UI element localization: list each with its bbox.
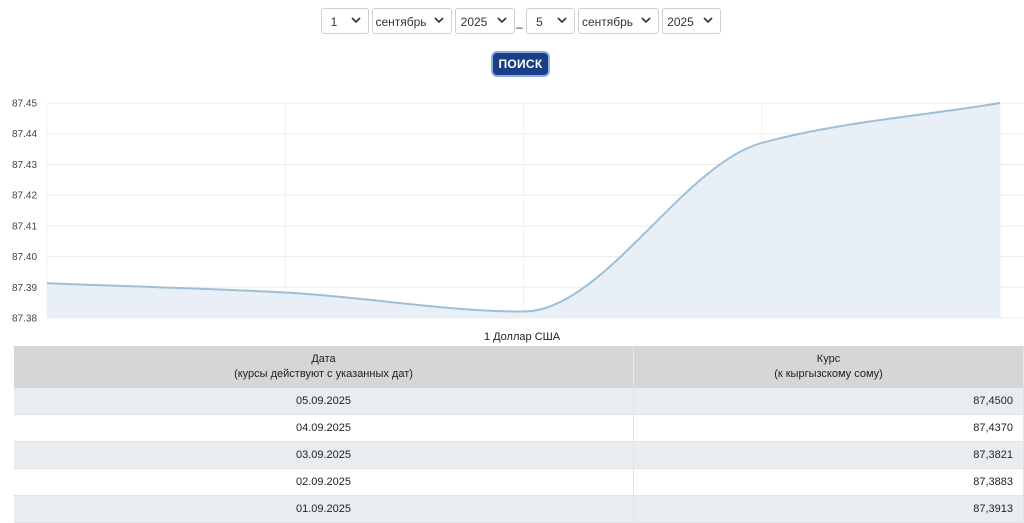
to-day-select[interactable]: 5 bbox=[526, 8, 575, 34]
y-tick-label: 87.39 bbox=[12, 283, 37, 294]
rates-table: Дата (курсы действуют с указанных дат) К… bbox=[14, 346, 1024, 523]
date-range-filters: 1 сентябрь 2025 – 5 сентябрь 2025 bbox=[0, 8, 1024, 36]
chevron-down-icon bbox=[497, 17, 507, 24]
to-year-value: 2025 bbox=[667, 15, 694, 29]
chevron-down-icon bbox=[641, 17, 651, 24]
date-header-title: Дата bbox=[311, 353, 336, 365]
range-separator: – bbox=[516, 20, 523, 34]
table-row: 02.09.2025 87,3883 bbox=[14, 468, 1024, 496]
search-button[interactable]: ПОИСК bbox=[491, 51, 550, 77]
row-rate: 87,3883 bbox=[633, 468, 1024, 496]
row-date: 04.09.2025 bbox=[14, 414, 634, 442]
row-rate: 87,4370 bbox=[633, 414, 1024, 442]
row-rate: 87,4500 bbox=[633, 388, 1024, 415]
chart-caption: 1 Доллар США bbox=[483, 331, 561, 343]
to-year-select[interactable]: 2025 bbox=[662, 8, 721, 34]
date-header-note: (курсы действуют с указанных дат) bbox=[234, 368, 413, 380]
from-year-value: 2025 bbox=[460, 15, 488, 29]
y-tick-label: 87.44 bbox=[12, 129, 37, 140]
y-tick-label: 87.45 bbox=[12, 99, 37, 110]
rate-header-title: Курс bbox=[816, 353, 841, 365]
y-axis-ticks: 87.38 87.39 87.40 87.41 87.42 87.43 87.44 87.45 bbox=[12, 99, 37, 325]
to-month-value: сентябрь bbox=[581, 15, 634, 29]
table-row: 03.09.2025 87,3821 bbox=[14, 441, 1024, 469]
y-tick-label: 87.43 bbox=[12, 160, 37, 171]
y-tick-label: 87.40 bbox=[12, 252, 37, 263]
from-day-select[interactable]: 1 bbox=[321, 8, 369, 34]
y-tick-label: 87.42 bbox=[12, 191, 37, 202]
y-tick-label: 87.41 bbox=[12, 221, 37, 232]
from-month-value: сентябрь bbox=[375, 15, 427, 29]
rate-column-header: Курс (к кыргызскому сому) bbox=[633, 346, 1024, 388]
chevron-down-icon bbox=[557, 17, 567, 24]
row-rate: 87,3913 bbox=[633, 495, 1024, 523]
row-date: 02.09.2025 bbox=[14, 468, 634, 496]
rate-header-note: (к кыргызскому сому) bbox=[774, 368, 883, 380]
row-date: 05.09.2025 bbox=[14, 388, 634, 415]
from-day-value: 1 bbox=[330, 15, 338, 29]
row-rate: 87,3821 bbox=[633, 441, 1024, 469]
chevron-down-icon bbox=[434, 17, 444, 24]
date-column-header: Дата (курсы действуют с указанных дат) bbox=[14, 346, 634, 388]
chevron-down-icon bbox=[703, 17, 713, 24]
table-row: 05.09.2025 87,4500 bbox=[14, 388, 1024, 415]
table-header-row: Дата (курсы действуют с указанных дат) К… bbox=[14, 346, 1024, 388]
table-row: 04.09.2025 87,4370 bbox=[14, 414, 1024, 442]
from-year-select[interactable]: 2025 bbox=[455, 8, 515, 34]
table-row: 01.09.2025 87,3913 bbox=[14, 495, 1024, 523]
to-day-value: 5 bbox=[536, 15, 543, 29]
chevron-down-icon bbox=[351, 17, 361, 24]
row-date: 03.09.2025 bbox=[14, 441, 634, 469]
row-date: 01.09.2025 bbox=[14, 495, 634, 523]
from-month-select[interactable]: сентябрь bbox=[372, 8, 452, 34]
exchange-rate-chart: 87.38 87.39 87.40 87.41 87.42 87.43 87.44 87.45 bbox=[12, 99, 1024, 325]
to-month-select[interactable]: сентябрь bbox=[578, 8, 659, 34]
y-tick-label: 87.38 bbox=[12, 314, 37, 325]
